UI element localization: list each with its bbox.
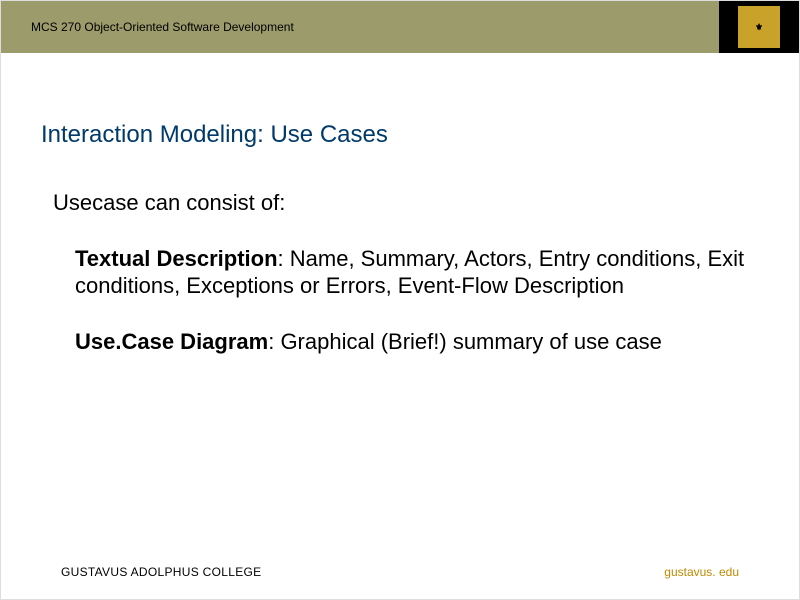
slide-title: Interaction Modeling: Use Cases [41, 121, 759, 149]
course-label: MCS 270 Object-Oriented Software Develop… [31, 20, 294, 34]
logo-glyph: ⚜ [755, 23, 763, 32]
footer-college-name: GUSTAVUS ADOLPHUS COLLEGE [61, 565, 261, 579]
intro-line: Usecase can consist of: [41, 189, 759, 217]
content-area: Interaction Modeling: Use Cases Usecase … [41, 121, 759, 383]
header-left: MCS 270 Object-Oriented Software Develop… [1, 1, 719, 53]
bullet-term: Textual Description [75, 246, 278, 271]
header-right: ⚜ [719, 1, 799, 53]
footer: GUSTAVUS ADOLPHUS COLLEGE gustavus. edu [1, 565, 799, 579]
body-text: Usecase can consist of: Textual Descript… [41, 189, 759, 355]
slide: MCS 270 Object-Oriented Software Develop… [0, 0, 800, 600]
bullet-term: Use.Case Diagram [75, 329, 268, 354]
college-logo-icon: ⚜ [736, 4, 782, 50]
footer-url: gustavus. edu [664, 565, 739, 579]
bullet-item: Textual Description: Name, Summary, Acto… [41, 245, 759, 300]
header-band: MCS 270 Object-Oriented Software Develop… [1, 1, 799, 53]
bullet-item: Use.Case Diagram: Graphical (Brief!) sum… [41, 328, 759, 356]
bullet-rest: : Graphical (Brief!) summary of use case [268, 329, 662, 354]
